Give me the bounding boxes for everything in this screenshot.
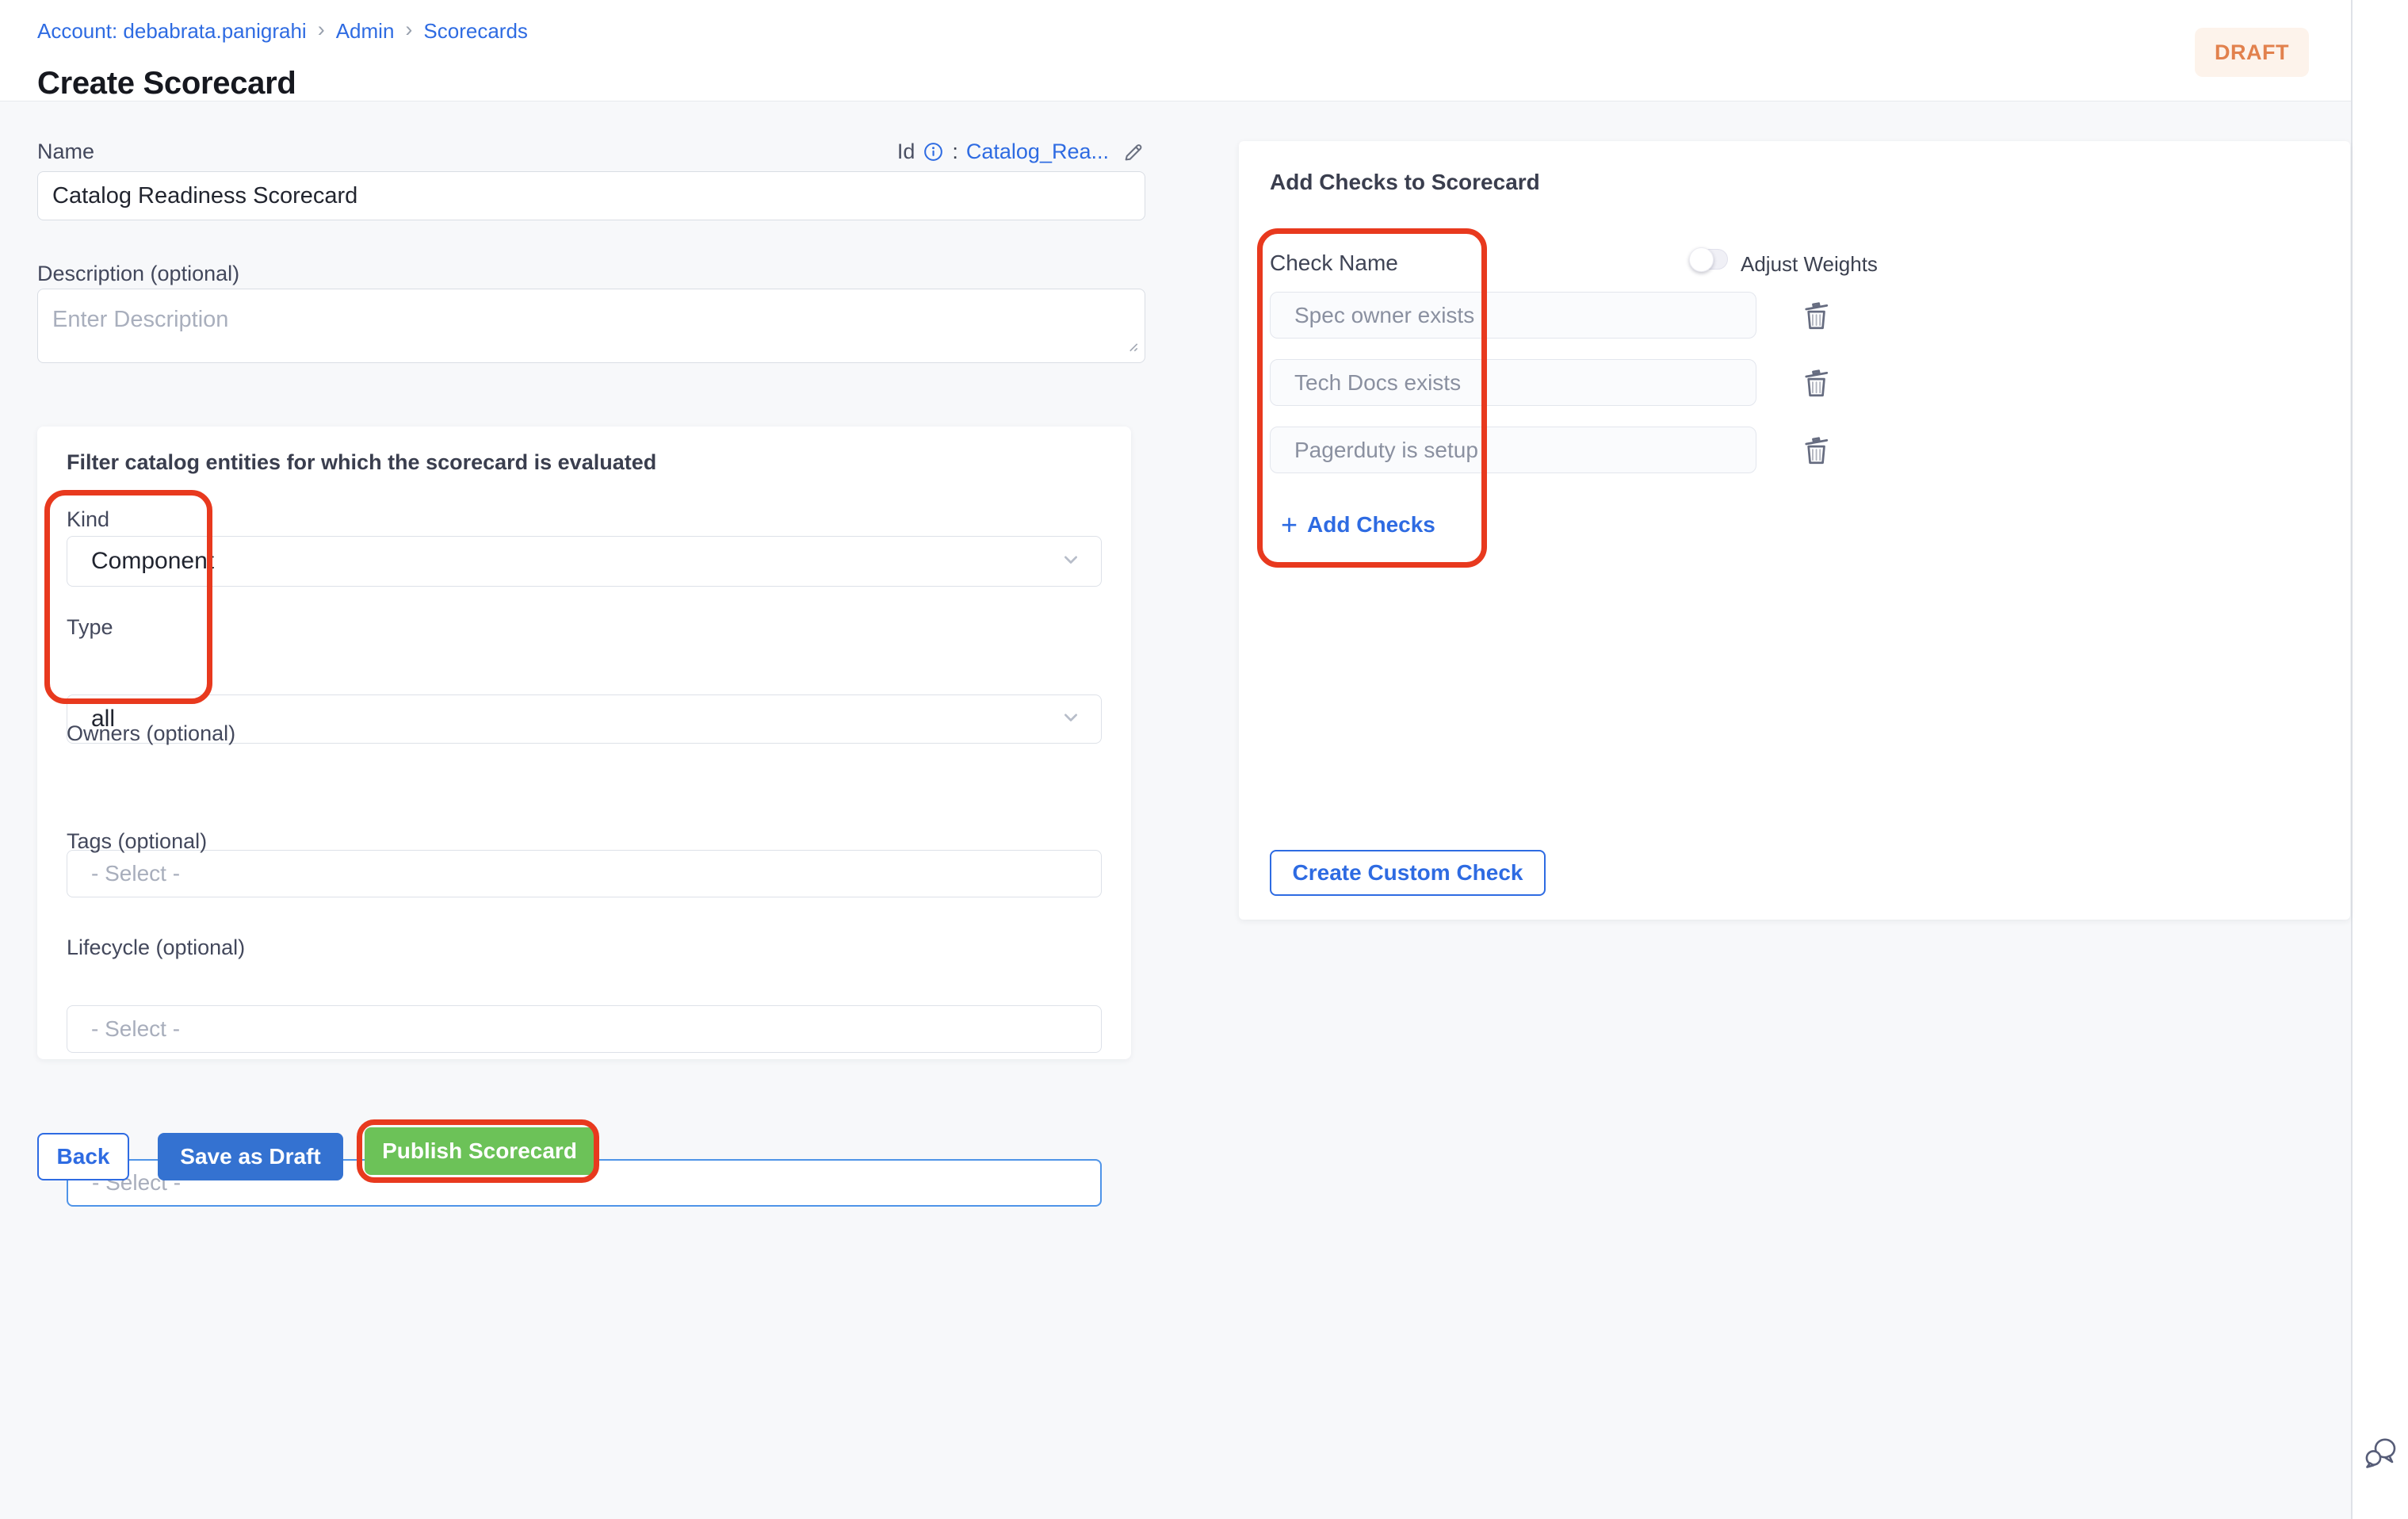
owners-select[interactable]: - Select -: [67, 850, 1102, 897]
breadcrumb: Account: debabrata.panigrahi › Admin › S…: [37, 17, 528, 44]
create-scorecard-page: Account: debabrata.panigrahi › Admin › S…: [0, 0, 2408, 1519]
check-row: Pagerduty is setup: [1270, 427, 1872, 473]
id-colon: :: [952, 140, 958, 164]
delete-check-button[interactable]: [1801, 366, 1833, 400]
lifecycle-label: Lifecycle (optional): [67, 936, 245, 960]
name-field-wrap: [37, 171, 1145, 220]
name-input[interactable]: [37, 171, 1145, 220]
type-label: Type: [67, 615, 113, 640]
toggle-knob: [1689, 247, 1714, 272]
check-name-column-header: Check Name: [1270, 251, 1398, 276]
create-custom-check-button[interactable]: Create Custom Check: [1270, 850, 1546, 896]
trash-icon: [1801, 457, 1833, 469]
edit-id-pencil-icon[interactable]: [1122, 140, 1145, 164]
id-label: Id: [897, 140, 915, 164]
chevron-down-icon: [1058, 547, 1084, 576]
filter-section-title: Filter catalog entities for which the sc…: [67, 450, 656, 475]
check-name-text: Spec owner exists: [1294, 303, 1474, 328]
check-row: Tech Docs exists: [1270, 359, 1872, 406]
check-name-input[interactable]: Spec owner exists: [1270, 292, 1756, 339]
page-header: [0, 0, 2351, 101]
breadcrumb-separator: ›: [405, 17, 412, 44]
check-rows-list: Spec owner exists Tech Docs exists: [1270, 292, 1872, 494]
add-checks-link[interactable]: + Add Checks: [1281, 512, 1435, 538]
publish-scorecard-button[interactable]: Publish Scorecard: [365, 1127, 594, 1175]
chat-help-button[interactable]: [2362, 1437, 2398, 1471]
breadcrumb-separator: ›: [318, 17, 325, 44]
description-field-wrap: [37, 289, 1145, 363]
check-name-text: Tech Docs exists: [1294, 370, 1461, 396]
back-button[interactable]: Back: [37, 1133, 129, 1180]
kind-select-value: Component: [91, 548, 214, 575]
save-as-draft-button[interactable]: Save as Draft: [158, 1133, 343, 1180]
info-icon[interactable]: [923, 141, 944, 163]
owners-label: Owners (optional): [67, 721, 235, 746]
description-textarea[interactable]: [37, 289, 1145, 363]
plus-icon: +: [1281, 513, 1298, 537]
chat-bubbles-icon: [2362, 1460, 2398, 1472]
tags-select-placeholder: - Select -: [91, 1016, 180, 1042]
kind-select[interactable]: Component: [67, 536, 1102, 587]
chevron-down-icon: [1058, 705, 1084, 734]
tags-label: Tags (optional): [67, 829, 207, 854]
tags-select[interactable]: - Select -: [67, 1005, 1102, 1053]
add-checks-label: Add Checks: [1307, 512, 1435, 538]
scorecard-id-link[interactable]: Catalog_Rea...: [966, 140, 1109, 164]
check-name-input[interactable]: Tech Docs exists: [1270, 359, 1756, 406]
name-label: Name: [37, 140, 94, 164]
trash-icon: [1801, 323, 1833, 335]
description-label: Description (optional): [37, 262, 239, 286]
breadcrumb-scorecards-link[interactable]: Scorecards: [423, 19, 528, 44]
page-title: Create Scorecard: [37, 66, 296, 101]
add-checks-title: Add Checks to Scorecard: [1270, 170, 1540, 195]
scorecard-id-row: Id : Catalog_Rea...: [897, 140, 1145, 164]
adjust-weights-label: Adjust Weights: [1741, 252, 1878, 277]
check-name-input[interactable]: Pagerduty is setup: [1270, 427, 1756, 473]
scrollbar-gutter: [2351, 0, 2408, 1519]
trash-icon: [1801, 390, 1833, 402]
check-row: Spec owner exists: [1270, 292, 1872, 339]
owners-select-placeholder: - Select -: [91, 861, 180, 886]
check-name-text: Pagerduty is setup: [1294, 438, 1478, 463]
delete-check-button[interactable]: [1801, 434, 1833, 467]
kind-label: Kind: [67, 507, 109, 532]
breadcrumb-account-link[interactable]: Account: debabrata.panigrahi: [37, 19, 307, 44]
adjust-weights-toggle[interactable]: [1690, 249, 1728, 270]
breadcrumb-admin-link[interactable]: Admin: [336, 19, 395, 44]
status-badge-draft: DRAFT: [2195, 28, 2309, 77]
delete-check-button[interactable]: [1801, 299, 1833, 332]
